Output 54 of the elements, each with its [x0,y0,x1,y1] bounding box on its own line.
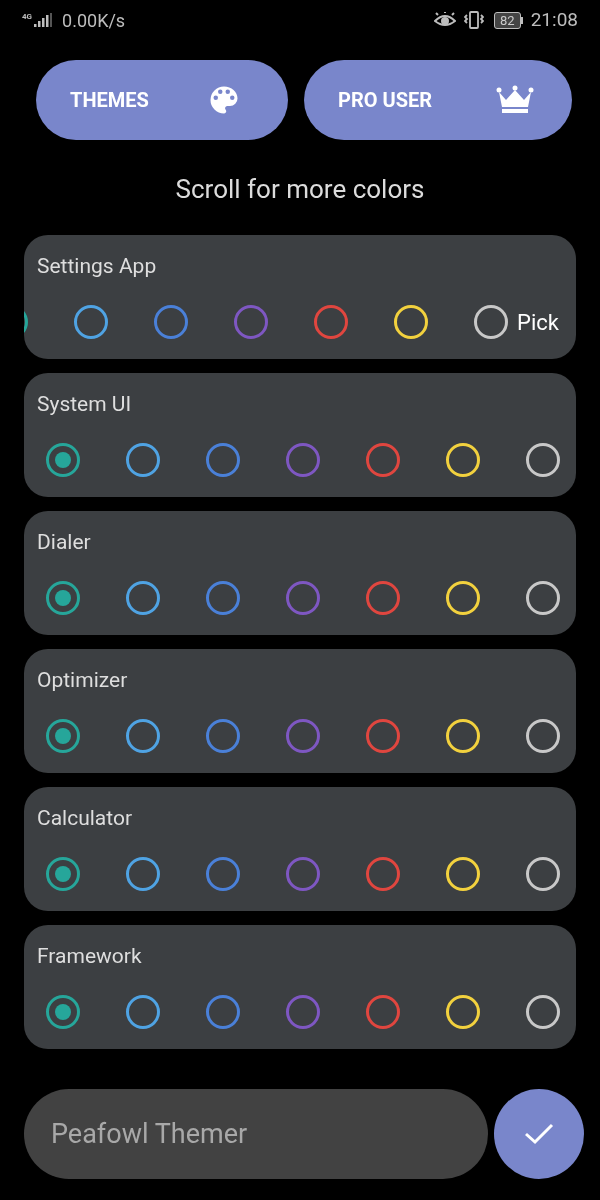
card-title: Settings App [36,253,157,280]
color-swatch[interactable] [366,719,400,753]
color-swatch[interactable] [46,443,80,477]
color-swatch[interactable] [234,305,268,339]
color-swatch[interactable] [286,995,320,1029]
color-swatch[interactable] [126,995,160,1029]
clock: 21:08 [530,6,578,33]
color-swatch[interactable] [286,443,320,477]
color-swatch[interactable] [526,581,560,615]
color-swatch[interactable] [366,581,400,615]
color-swatch[interactable] [206,443,240,477]
color-swatch[interactable] [126,581,160,615]
card-title: Framework [36,943,142,970]
check-icon [524,1123,554,1145]
color-swatch[interactable] [286,857,320,891]
card-title: Dialer [36,529,91,556]
eye-icon [434,12,457,28]
color-swatch[interactable] [206,995,240,1029]
color-swatch[interactable] [46,719,80,753]
network-type: 4G [22,13,33,21]
card-title: Calculator [36,805,133,832]
color-swatch[interactable] [286,719,320,753]
hint-text: Scroll for more colors [174,173,426,206]
pro-user-button[interactable]: PRO USER [304,60,572,140]
color-swatch[interactable] [46,995,80,1029]
color-swatch[interactable] [366,995,400,1029]
color-swatch[interactable] [366,857,400,891]
vibrate-icon [464,10,485,30]
color-swatch[interactable] [126,857,160,891]
color-swatch[interactable] [366,443,400,477]
name-field[interactable]: Peafowl Themer [24,1089,488,1179]
color-swatch[interactable] [46,581,80,615]
color-swatch[interactable] [526,995,560,1029]
color-swatch[interactable] [206,719,240,753]
themes-button[interactable]: THEMES [36,60,288,140]
battery-level: 82 [494,11,521,29]
pick-label[interactable]: Pick [517,305,559,339]
color-swatch[interactable] [126,443,160,477]
color-swatch[interactable] [314,305,348,339]
crown-icon [496,85,534,115]
card-title: System UI [36,391,132,418]
color-swatch[interactable] [46,857,80,891]
card-title: Optimizer [36,667,128,694]
color-swatch[interactable] [126,719,160,753]
color-swatch[interactable] [474,305,508,339]
color-swatch[interactable] [286,581,320,615]
color-swatch[interactable] [206,857,240,891]
color-swatch[interactable] [526,857,560,891]
color-swatch[interactable] [206,581,240,615]
color-swatch[interactable] [526,719,560,753]
color-swatch[interactable] [154,305,188,339]
network-speed: 0.00K/s [62,8,126,33]
color-swatch[interactable] [74,305,108,339]
color-swatch[interactable] [526,443,560,477]
